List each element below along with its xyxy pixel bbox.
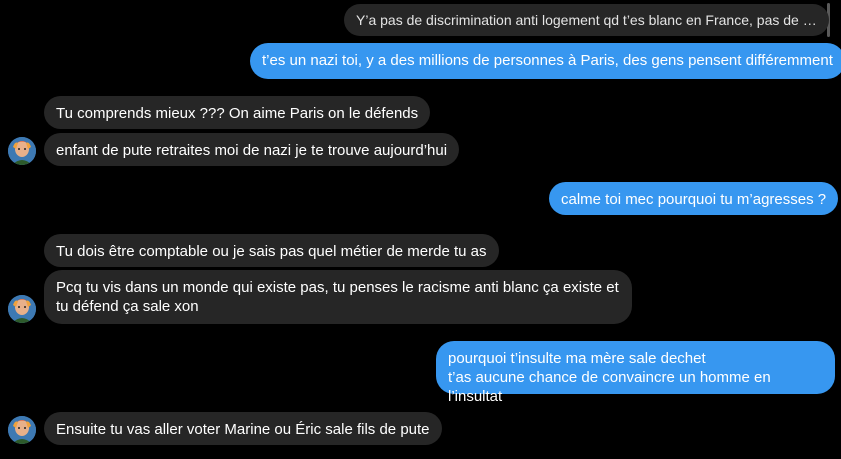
contact-avatar-icon[interactable]	[8, 137, 36, 165]
incoming-message[interactable]: Ensuite tu vas aller voter Marine ou Éri…	[44, 412, 442, 445]
outgoing-message[interactable]: t’es un nazi toi, y a des millions de pe…	[250, 43, 841, 79]
outgoing-message[interactable]: calme toi mec pourquoi tu m’agresses ?	[549, 182, 839, 215]
incoming-message[interactable]: Tu dois être comptable ou je sais pas qu…	[44, 234, 499, 267]
message-line: t’as aucune chance de convaincre un homm…	[448, 369, 771, 405]
contact-avatar-icon[interactable]	[8, 295, 36, 323]
incoming-message[interactable]: Pcq tu vis dans un monde qui existe pas,…	[44, 270, 632, 324]
conversation-thread: Y’a pas de discrimination anti logement …	[0, 0, 841, 459]
incoming-message[interactable]: Tu comprends mieux ??? On aime Paris on …	[44, 96, 431, 129]
message-line: pourquoi t’insulte ma mère sale dechet	[448, 350, 706, 367]
message-line: tu défend ça sale xon	[56, 298, 199, 315]
quoted-reply-message[interactable]: Y’a pas de discrimination anti logement …	[344, 4, 829, 36]
message-line: Pcq tu vis dans un monde qui existe pas,…	[56, 279, 619, 296]
outgoing-message[interactable]: pourquoi t’insulte ma mère sale dechet t…	[436, 341, 835, 405]
contact-avatar-icon[interactable]	[8, 416, 36, 444]
incoming-message[interactable]: enfant de pute retraites moi de nazi je …	[44, 133, 460, 166]
